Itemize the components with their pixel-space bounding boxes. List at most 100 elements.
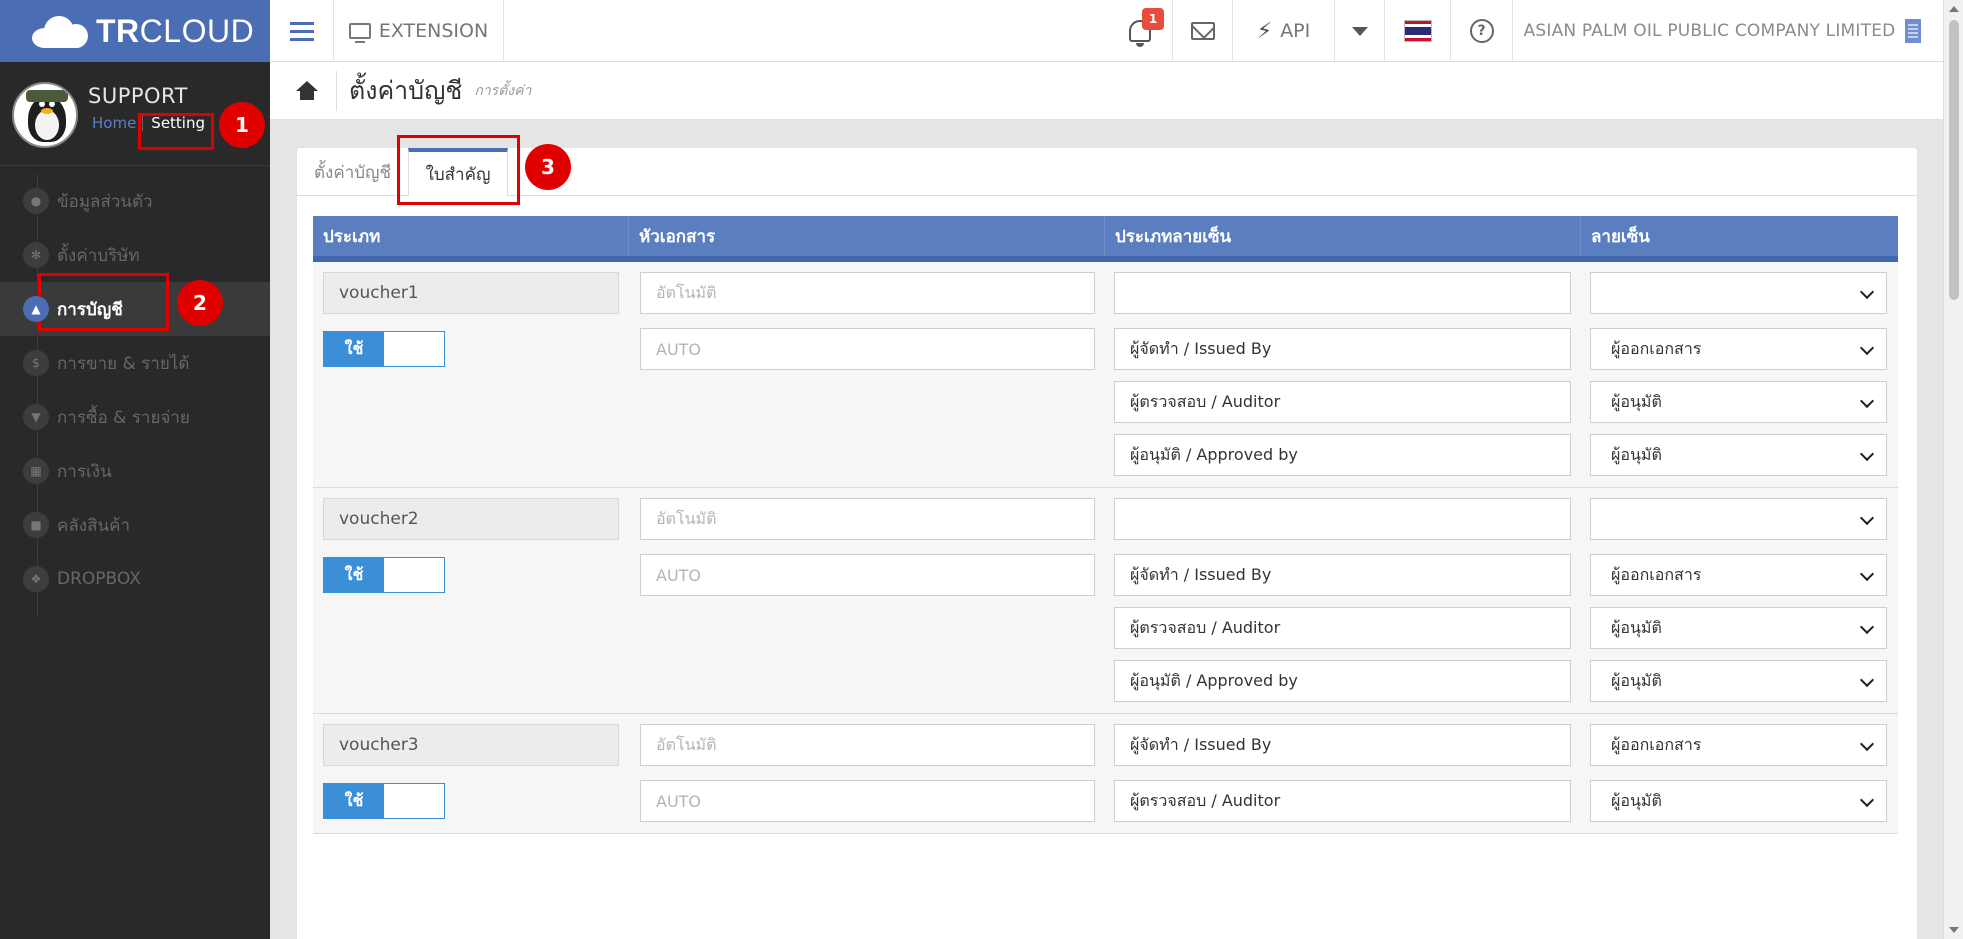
- dropdown-button[interactable]: [1334, 0, 1384, 62]
- help-icon: ?: [1469, 19, 1494, 43]
- doc-header-input[interactable]: อัตโนมัติ: [640, 498, 1095, 540]
- dropbox-icon: ❖: [23, 566, 49, 592]
- table-body: voucher1 อัตโนมัติ ใช้ AUTO ผู้จัดทำ / Issue…: [313, 262, 1898, 834]
- help-button[interactable]: ?: [1450, 0, 1512, 62]
- table-row: ใช้ AUTO ผู้จัดทำ / Issued By ผู้ออกเอกสาร: [313, 328, 1898, 381]
- annotation-number: 2: [177, 280, 223, 326]
- table-row: voucher2 อัตโนมัติ: [313, 488, 1898, 554]
- company-name: ASIAN PALM OIL PUBLIC COMPANY LIMITED: [1523, 21, 1896, 41]
- annotation-box-accounting: [38, 273, 169, 331]
- signature-select[interactable]: ผู้อนุมัติ: [1590, 381, 1887, 423]
- doc-header-input[interactable]: อัตโนมัติ: [640, 724, 1095, 766]
- page-scrollbar[interactable]: [1943, 0, 1963, 939]
- signature-select[interactable]: ผู้อนุมัติ: [1590, 434, 1887, 476]
- language-button[interactable]: [1384, 0, 1450, 62]
- sidebar-item[interactable]: ▦ การเงิน: [0, 444, 270, 498]
- scroll-thumb[interactable]: [1949, 20, 1959, 300]
- envelope-icon: [1190, 22, 1215, 40]
- page-header: ตั้งค่าบัญชี การตั้งค่า: [270, 62, 1943, 120]
- thai-flag-icon: [1403, 20, 1432, 42]
- signature-type-input[interactable]: ผู้อนุมัติ / Approved by: [1114, 434, 1571, 476]
- cloud-icon: [30, 14, 90, 48]
- table-row: ผู้ตรวจสอบ / Auditor ผู้อนุมัติ: [313, 607, 1898, 660]
- toggle-on-label: ใช้: [324, 558, 384, 592]
- sidebar-item[interactable]: ● ข้อมูลส่วนตัว: [0, 174, 270, 228]
- truck-icon: ■: [23, 512, 49, 538]
- signature-type-input[interactable]: ผู้ตรวจสอบ / Auditor: [1114, 607, 1571, 649]
- user-icon: ●: [23, 188, 49, 214]
- signature-type-input[interactable]: ผู้อนุมัติ / Approved by: [1114, 660, 1571, 702]
- signature-select[interactable]: ผู้ออกเอกสาร: [1590, 554, 1887, 596]
- main-content: ตั้งค่าบัญชี การตั้งค่า ตั้งค่าบัญชี ใบส…: [270, 62, 1943, 939]
- signature-type-input[interactable]: ผู้จัดทำ / Issued By: [1114, 554, 1571, 596]
- table-header: ประเภท หัวเอกสาร ประเภทลายเซ็น ลายเซ็น: [313, 216, 1898, 262]
- sidebar-item-label: ตั้งค่าบริษัท: [57, 245, 140, 266]
- signature-select[interactable]: ผู้อนุมัติ: [1590, 660, 1887, 702]
- signature-type-input[interactable]: ผู้ตรวจสอบ / Auditor: [1114, 780, 1571, 822]
- sidebar-item[interactable]: ■ คลังสินค้า: [0, 498, 270, 552]
- column-header-signature: ลายเซ็น: [1591, 226, 1650, 247]
- menu-toggle-button[interactable]: [270, 0, 334, 62]
- voucher-name-field: voucher1: [323, 272, 619, 314]
- signature-type-input[interactable]: ผู้จัดทำ / Issued By: [1114, 724, 1571, 766]
- annotation-box-setting: [138, 113, 214, 150]
- toggle-on-label: ใช้: [324, 332, 384, 366]
- doc-number-input[interactable]: AUTO: [640, 328, 1095, 370]
- column-header-type: ประเภท: [313, 216, 629, 256]
- signature-select[interactable]: [1590, 498, 1887, 540]
- notification-badge: 1: [1142, 8, 1164, 30]
- home-link[interactable]: Home: [88, 114, 142, 132]
- signature-type-input[interactable]: [1114, 498, 1571, 540]
- avatar[interactable]: [12, 82, 78, 148]
- sidebar-item-label: การเงิน: [57, 461, 112, 482]
- profile-name: SUPPORT: [88, 84, 188, 108]
- signature-type-input[interactable]: ผู้ตรวจสอบ / Auditor: [1114, 381, 1571, 423]
- tab-account-settings[interactable]: ตั้งค่าบัญชี: [314, 148, 391, 196]
- scroll-up-arrow[interactable]: [1949, 6, 1959, 12]
- calendar-icon: ▦: [23, 458, 49, 484]
- sidebar-item-label: DROPBOX: [57, 569, 141, 589]
- table-row: voucher1 อัตโนมัติ: [313, 262, 1898, 328]
- use-toggle[interactable]: ใช้: [323, 783, 445, 819]
- logo[interactable]: TRCLOUD: [0, 0, 270, 62]
- annotation-box-vouchers-tab: [397, 135, 520, 205]
- signature-select[interactable]: ผู้อนุมัติ: [1590, 780, 1887, 822]
- table-row: voucher3 อัตโนมัติ ผู้จัดทำ / Issued By ผู้…: [313, 714, 1898, 780]
- signature-select[interactable]: ผู้ออกเอกสาร: [1590, 328, 1887, 370]
- signature-select[interactable]: [1590, 272, 1887, 314]
- signature-select[interactable]: ผู้ออกเอกสาร: [1590, 724, 1887, 766]
- table-row: ใช้ AUTO ผู้ตรวจสอบ / Auditor ผู้อนุมัติ: [313, 780, 1898, 833]
- toggle-on-label: ใช้: [324, 784, 384, 818]
- doc-number-input[interactable]: AUTO: [640, 780, 1095, 822]
- voucher-name-field: voucher2: [323, 498, 619, 540]
- home-icon[interactable]: [296, 80, 318, 101]
- sidebar-item[interactable]: $ การขาย & รายได้: [0, 336, 270, 390]
- api-label: API: [1280, 20, 1311, 42]
- sidebar-item-label: การซื้อ & รายจ่าย: [57, 407, 190, 428]
- doc-number-input[interactable]: AUTO: [640, 554, 1095, 596]
- use-toggle[interactable]: ใช้: [323, 331, 445, 367]
- annotation-number: 3: [525, 144, 571, 190]
- sidebar-item[interactable]: ▼ การซื้อ & รายจ่าย: [0, 390, 270, 444]
- sidebar: SUPPORT Home Setting ● ข้อมูลส่วนตัว ✻ ตั้ง…: [0, 62, 270, 939]
- api-button[interactable]: ⚡ API: [1232, 0, 1334, 62]
- signature-select[interactable]: ผู้อนุมัติ: [1590, 607, 1887, 649]
- doc-header-input[interactable]: อัตโนมัติ: [640, 272, 1095, 314]
- sidebar-item[interactable]: ❖ DROPBOX: [0, 552, 270, 606]
- column-header-signature-type: ประเภทลายเซ็น: [1105, 216, 1581, 256]
- page-title: ตั้งค่าบัญชี: [336, 70, 462, 111]
- signature-type-input[interactable]: ผู้จัดทำ / Issued By: [1114, 328, 1571, 370]
- top-navbar: TRCLOUD EXTENSION 1 ⚡ API ? ASIAN PALM O…: [0, 0, 1963, 62]
- messages-button[interactable]: [1172, 0, 1232, 62]
- company-selector[interactable]: ASIAN PALM OIL PUBLIC COMPANY LIMITED: [1512, 0, 1932, 62]
- extension-label: EXTENSION: [378, 20, 489, 42]
- annotation-number: 1: [219, 102, 265, 148]
- hamburger-icon: [289, 21, 314, 41]
- scroll-down-arrow[interactable]: [1949, 927, 1959, 933]
- monitor-icon: [348, 23, 371, 43]
- brand-name: TRCLOUD: [96, 12, 255, 49]
- use-toggle[interactable]: ใช้: [323, 557, 445, 593]
- plug-icon: ⚡: [1256, 18, 1273, 44]
- signature-type-input[interactable]: [1114, 272, 1571, 314]
- extension-button[interactable]: EXTENSION: [334, 0, 504, 62]
